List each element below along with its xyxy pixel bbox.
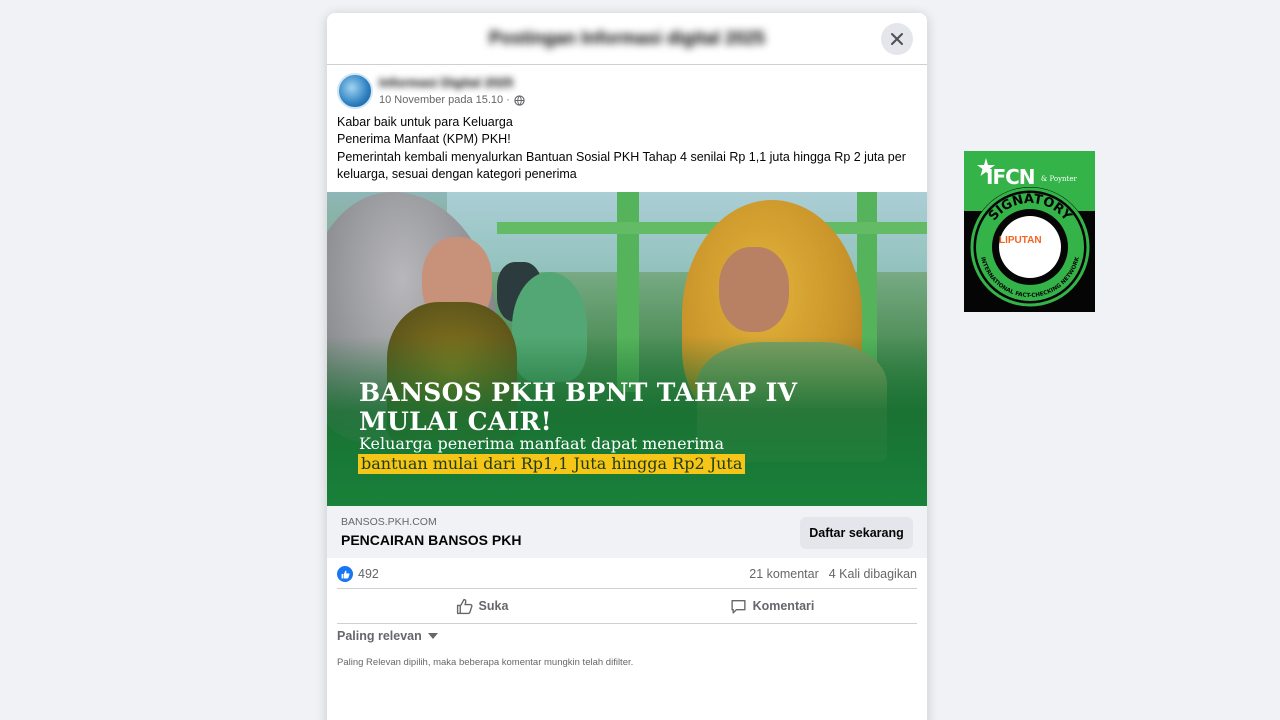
post-text-line: Kabar baik untuk para Keluarga: [337, 115, 513, 129]
chevron-down-icon: [427, 633, 438, 639]
close-button[interactable]: [881, 23, 913, 55]
sort-label: Paling relevan: [337, 629, 422, 643]
post-header: Informasi Digital 2025 10 November pada …: [337, 73, 525, 109]
comment-icon: [731, 599, 746, 614]
dialog-title: Postingan Informasi digital 2025: [488, 28, 766, 48]
like-label: Suka: [478, 599, 509, 613]
reaction-stats: 492 21 komentar 4 Kali dibagikan: [337, 565, 917, 583]
ifcn-signatory-badge: IFCN & Poynter SIGNATORY INTERNATIONAL F…: [964, 151, 1095, 312]
share-count[interactable]: 4 Kali dibagikan: [829, 567, 917, 581]
signatory-seal: SIGNATORY INTERNATIONAL FACT-CHECKING NE…: [970, 187, 1090, 307]
cta-button[interactable]: Daftar sekarang: [800, 517, 913, 549]
dialog-header: Postingan Informasi digital 2025: [327, 13, 927, 65]
post-time-row: 10 November pada 15.10 ·: [379, 94, 525, 106]
stats-right: 21 komentar 4 Kali dibagikan: [749, 567, 917, 581]
post-text-line: Pemerintah kembali menyalurkan Bantuan S…: [337, 149, 906, 181]
comment-button[interactable]: Komentari: [627, 589, 917, 623]
post-image[interactable]: BANSOS PKH BPNT TAHAP IV MULAI CAIR! Kel…: [327, 192, 927, 506]
like-reaction-icon[interactable]: [337, 566, 353, 582]
link-domain: BANSOS.PKH.COM: [341, 516, 437, 528]
page-name[interactable]: Informasi Digital 2025: [379, 75, 525, 91]
image-headline: BANSOS PKH BPNT TAHAP IV MULAI CAIR!: [359, 378, 797, 436]
post-dialog: Postingan Informasi digital 2025 Informa…: [327, 13, 927, 720]
post-time[interactable]: 10 November pada 15.10: [379, 94, 503, 106]
image-highlight: bantuan mulai dari Rp1,1 Juta hingga Rp2…: [358, 454, 746, 474]
post-text: Kabar baik untuk para Keluarga Penerima …: [337, 114, 922, 183]
sort-note: Paling Relevan dipilih, maka beberapa ko…: [337, 657, 634, 668]
comment-count[interactable]: 21 komentar: [749, 567, 818, 581]
divider: [337, 623, 917, 624]
post-actions: Suka Komentari: [337, 589, 917, 623]
like-button[interactable]: Suka: [337, 589, 627, 623]
close-icon: [891, 33, 903, 45]
thumbs-up-icon: [456, 598, 473, 614]
image-headline-line: BANSOS PKH BPNT TAHAP IV: [359, 378, 798, 407]
globe-icon: [514, 94, 525, 106]
link-preview[interactable]: BANSOS.PKH.COM PENCAIRAN BANSOS PKH Daft…: [327, 506, 927, 558]
image-headline-line: MULAI CAIR!: [359, 407, 552, 436]
reaction-count[interactable]: 492: [358, 567, 379, 581]
link-title: PENCAIRAN BANSOS PKH: [341, 532, 522, 548]
image-person-face: [719, 247, 789, 332]
page-avatar[interactable]: [337, 73, 373, 109]
dot-separator: ·: [506, 94, 510, 106]
post-text-line: Penerima Manfaat (KPM) PKH!: [337, 132, 511, 147]
post-meta: Informasi Digital 2025 10 November pada …: [379, 73, 525, 106]
comment-label: Komentari: [752, 599, 815, 613]
image-subline: Keluarga penerima manfaat dapat menerima: [359, 434, 725, 453]
comment-sort-dropdown[interactable]: Paling relevan: [337, 629, 438, 643]
member-logo: LIPUTAN: [999, 235, 1042, 246]
